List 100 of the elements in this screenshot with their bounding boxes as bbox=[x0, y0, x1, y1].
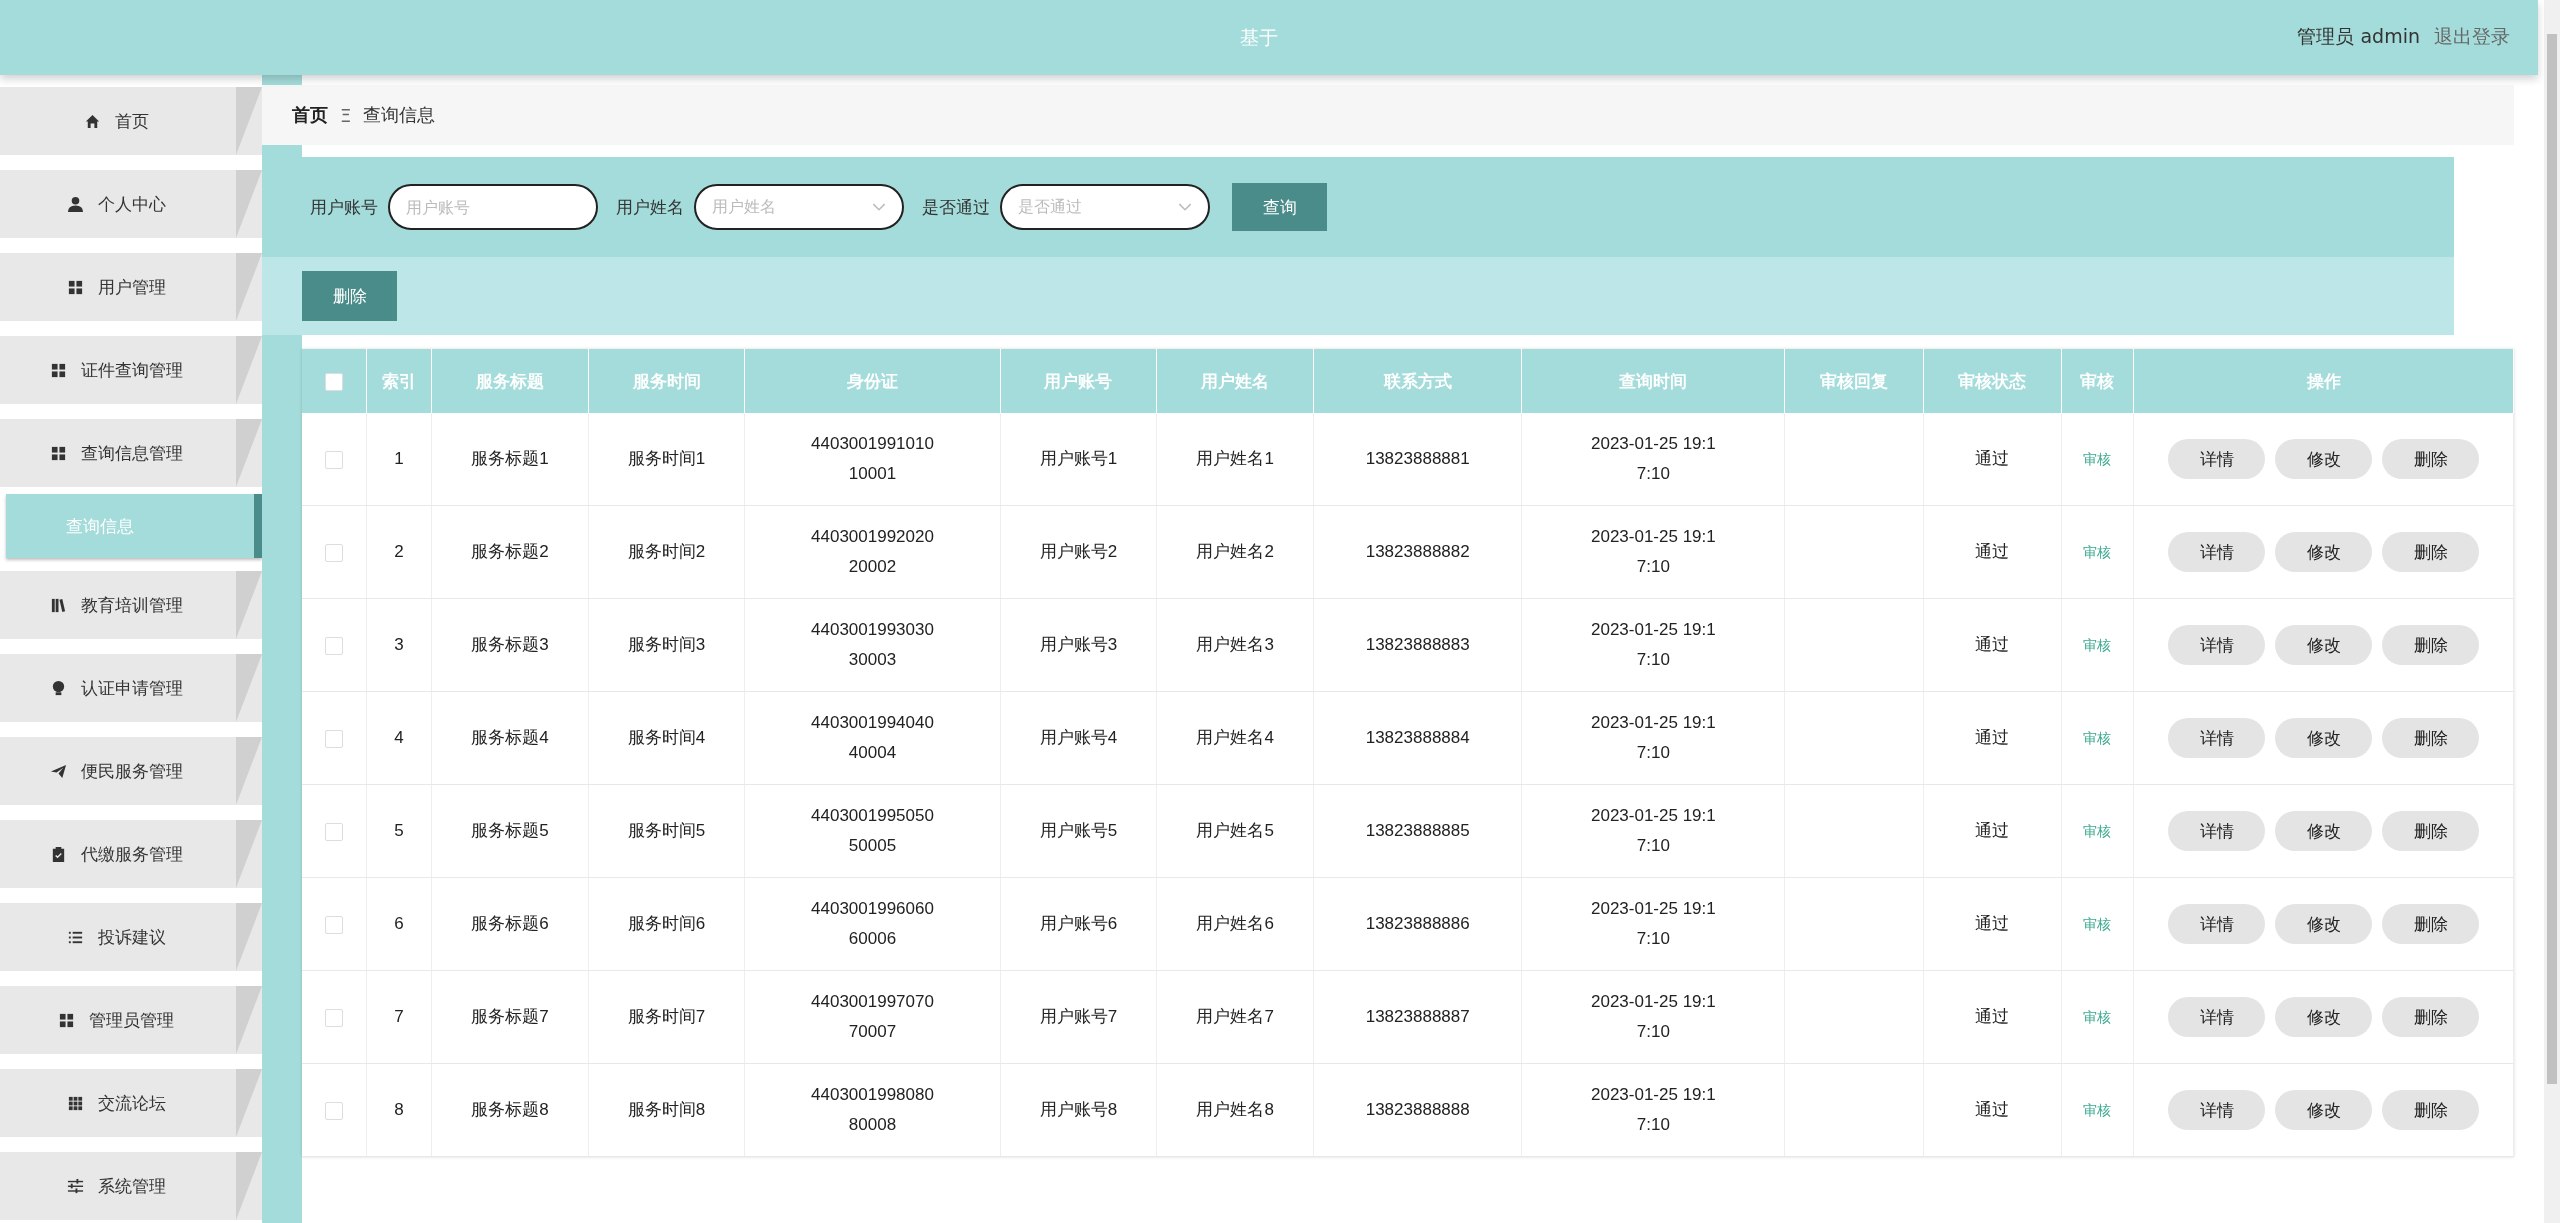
item-edge bbox=[236, 419, 262, 487]
item-edge bbox=[236, 170, 262, 238]
grid-icon bbox=[49, 444, 67, 462]
column-header: 操作 bbox=[2306, 370, 2341, 391]
table-cell: 13823888884 bbox=[1365, 728, 1470, 747]
paper-plane-icon bbox=[49, 762, 67, 780]
sidebar-item[interactable]: 首页 bbox=[0, 87, 262, 155]
table-cell: 通过 bbox=[1975, 821, 2010, 840]
sidebar-item[interactable]: 便民服务管理 bbox=[0, 737, 262, 805]
sidebar-item[interactable]: 查询信息管理 bbox=[0, 419, 262, 487]
table-cell: 通过 bbox=[1975, 1100, 2010, 1119]
table-cell-text: 440300199101010001 bbox=[810, 433, 935, 485]
table-cell: 13823888886 bbox=[1365, 914, 1470, 933]
chevron-down-icon bbox=[1178, 202, 1192, 212]
table-cell: 服务时间5 bbox=[627, 821, 706, 840]
table-cell: 服务标题8 bbox=[471, 1100, 549, 1119]
table-cell: 用户账号2 bbox=[1039, 542, 1118, 561]
action-button[interactable]: 修改 bbox=[2275, 439, 2372, 479]
breadcrumb-current: 查询信息 bbox=[363, 103, 436, 127]
sidebar-item[interactable]: 证件查询管理 bbox=[0, 336, 262, 404]
table-cell: 3 bbox=[394, 635, 404, 654]
action-button[interactable]: 详情 bbox=[2168, 904, 2265, 944]
action-button[interactable]: 删除 bbox=[2382, 532, 2479, 572]
sidebar-item[interactable]: 个人中心 bbox=[0, 170, 262, 238]
checkbox[interactable] bbox=[325, 1008, 343, 1027]
delete-button[interactable]: 删除 bbox=[302, 271, 397, 321]
action-button[interactable]: 详情 bbox=[2168, 532, 2265, 572]
grid-icon bbox=[49, 361, 67, 379]
sidebar-item[interactable]: 教育培训管理 bbox=[0, 571, 262, 639]
item-edge bbox=[236, 654, 262, 722]
checkbox[interactable] bbox=[325, 543, 343, 562]
table-cell: 13823888883 bbox=[1365, 635, 1470, 654]
action-button[interactable]: 详情 bbox=[2168, 439, 2265, 479]
action-button[interactable]: 删除 bbox=[2382, 904, 2479, 944]
action-button[interactable]: 修改 bbox=[2275, 718, 2372, 758]
column-header: 身份证 bbox=[847, 370, 898, 391]
table-cell: 用户账号6 bbox=[1039, 914, 1118, 933]
sidebar-item[interactable]: 系统管理 bbox=[0, 1152, 262, 1220]
column-header: 审核 bbox=[2080, 370, 2115, 391]
action-button[interactable]: 修改 bbox=[2275, 997, 2372, 1037]
checkbox[interactable] bbox=[325, 636, 343, 655]
action-button[interactable]: 详情 bbox=[2168, 625, 2265, 665]
action-button[interactable]: 删除 bbox=[2382, 718, 2479, 758]
sidebar-item[interactable]: 用户管理 bbox=[0, 253, 262, 321]
item-edge bbox=[236, 903, 262, 971]
grid-icon bbox=[58, 1011, 75, 1029]
table-cell-text: 2023-01-25 19:17:10 bbox=[1590, 526, 1717, 578]
logout-link[interactable]: 退出登录 bbox=[2434, 24, 2510, 50]
action-button[interactable]: 修改 bbox=[2275, 532, 2372, 572]
column-header: 用户账号 bbox=[1044, 370, 1113, 391]
table-cell-text: 2023-01-25 19:17:10 bbox=[1590, 619, 1717, 671]
table-cell: 通过 bbox=[1975, 728, 2010, 747]
sidebar-item[interactable]: 管理员管理 bbox=[0, 986, 262, 1054]
table-cell: 服务时间6 bbox=[627, 914, 706, 933]
action-button[interactable]: 修改 bbox=[2275, 904, 2372, 944]
table-cell: 用户姓名6 bbox=[1196, 914, 1274, 933]
action-button[interactable]: 删除 bbox=[2382, 439, 2479, 479]
breadcrumb-separator: Ξ bbox=[340, 104, 352, 126]
books-icon bbox=[49, 596, 67, 614]
table-cell: 用户姓名5 bbox=[1196, 821, 1274, 840]
field-label: 是否通过 bbox=[922, 195, 990, 219]
action-button[interactable]: 详情 bbox=[2168, 1090, 2265, 1130]
table-cell: 通过 bbox=[1975, 449, 2010, 468]
table-cell-text: 2023-01-25 19:17:10 bbox=[1590, 805, 1717, 857]
sidebar-item[interactable]: 投诉建议 bbox=[0, 903, 262, 971]
action-button[interactable]: 修改 bbox=[2275, 1090, 2372, 1130]
action-button[interactable]: 删除 bbox=[2382, 811, 2479, 851]
checkbox[interactable] bbox=[325, 1101, 343, 1120]
checkbox[interactable] bbox=[325, 373, 343, 391]
action-button[interactable]: 详情 bbox=[2168, 718, 2265, 758]
checkbox[interactable] bbox=[325, 729, 343, 748]
table-cell: 服务时间3 bbox=[627, 635, 706, 654]
column-header: 查询时间 bbox=[1619, 370, 1688, 391]
breadcrumb-link[interactable]: 首页 bbox=[292, 103, 328, 127]
action-button[interactable]: 详情 bbox=[2168, 811, 2265, 851]
checkbox[interactable] bbox=[325, 822, 343, 841]
table-cell: 13823888888 bbox=[1365, 1100, 1470, 1119]
table-cell: 用户姓名7 bbox=[1196, 1007, 1274, 1026]
search-button[interactable]: 查询 bbox=[1232, 183, 1327, 231]
table-cell-text: 440300199303030003 bbox=[810, 619, 935, 671]
sidebar-item[interactable]: 代缴服务管理 bbox=[0, 820, 262, 888]
table-cell: 服务标题2 bbox=[471, 542, 549, 561]
table-cell: 服务标题4 bbox=[471, 728, 549, 747]
table-cell: 用户姓名3 bbox=[1196, 635, 1274, 654]
sliders-icon bbox=[66, 1177, 84, 1195]
sidebar-item[interactable]: 认证申请管理 bbox=[0, 654, 262, 722]
table-cell-text: 440300199404040004 bbox=[810, 712, 935, 764]
sidebar-item[interactable]: 交流论坛 bbox=[0, 1069, 262, 1137]
action-button[interactable]: 删除 bbox=[2382, 625, 2479, 665]
checkbox[interactable] bbox=[325, 450, 343, 469]
action-button[interactable]: 修改 bbox=[2275, 625, 2372, 665]
table-cell-text: 2023-01-25 19:17:10 bbox=[1590, 1084, 1717, 1136]
action-button[interactable]: 详情 bbox=[2168, 997, 2265, 1037]
checkbox[interactable] bbox=[325, 915, 343, 934]
action-button[interactable]: 修改 bbox=[2275, 811, 2372, 851]
grid-icon bbox=[66, 278, 84, 296]
scrollbar[interactable] bbox=[2544, 0, 2560, 1223]
input-field[interactable]: 用户账号 bbox=[388, 184, 598, 230]
action-button[interactable]: 删除 bbox=[2382, 1090, 2479, 1130]
action-button[interactable]: 删除 bbox=[2382, 997, 2479, 1037]
